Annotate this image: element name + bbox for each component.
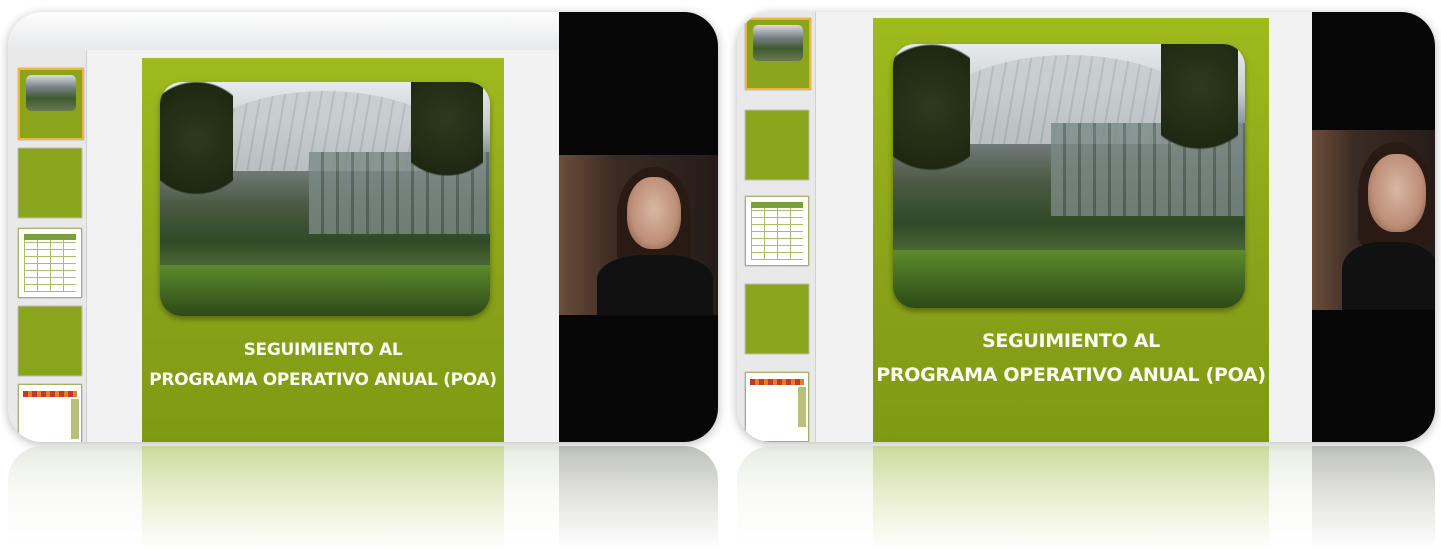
slide-title-line2: PROGRAMA OPERATIVO ANUAL (POA) <box>876 364 1266 386</box>
mirror-reflection-left <box>8 446 718 550</box>
photo-tree <box>893 44 971 203</box>
thumbnail-chart-bars <box>750 379 804 385</box>
photo-tree <box>410 82 484 204</box>
participant-video[interactable] <box>559 155 718 315</box>
screenshot-right: SEGUIMIENTO AL PROGRAMA OPERATIVO ANUAL … <box>737 12 1435 442</box>
thumbnail-photo <box>26 75 76 111</box>
reflection-slide <box>873 446 1269 550</box>
participant-video[interactable] <box>1312 130 1435 310</box>
slide-thumbnail-5[interactable] <box>18 384 82 442</box>
slide-thumbnail-3[interactable] <box>18 228 82 298</box>
mirror-reflection-right <box>737 446 1435 550</box>
campus-photo <box>893 44 1245 308</box>
participant-shirt <box>597 255 713 315</box>
thumbnail-chart-column <box>71 399 79 439</box>
slide-canvas[interactable]: SEGUIMIENTO AL PROGRAMA OPERATIVO ANUAL … <box>873 18 1269 442</box>
participant-shirt <box>1342 242 1435 310</box>
video-call-panel <box>559 12 718 442</box>
reflection-slide <box>142 446 504 550</box>
thumbnail-table <box>751 202 803 260</box>
slide-thumbnail-4[interactable] <box>18 306 82 376</box>
slide-thumbnail-3[interactable] <box>745 196 809 266</box>
slide-thumbnail-5[interactable] <box>745 372 809 442</box>
thumbnail-chart-bars <box>23 391 77 397</box>
slide-thumbnail-1[interactable] <box>745 18 811 90</box>
photo-lawn <box>893 249 1245 308</box>
slide-title-line1: SEGUIMIENTO AL <box>982 330 1160 352</box>
thumbnail-photo <box>753 25 803 61</box>
screenshot-left: SEGUIMIENTO AL PROGRAMA OPERATIVO ANUAL … <box>8 12 718 442</box>
reflection-video <box>559 446 718 550</box>
thumbnail-table <box>24 234 76 292</box>
photo-lawn <box>160 264 490 316</box>
slide-thumbnail-pane[interactable] <box>737 12 816 442</box>
photo-tree <box>160 82 233 223</box>
slide-title-line2: PROGRAMA OPERATIVO ANUAL (POA) <box>149 370 497 390</box>
slide-thumbnail-1[interactable] <box>18 68 84 140</box>
slide-thumbnail-4[interactable] <box>745 284 809 354</box>
reflection-video <box>1312 446 1435 550</box>
participant-face <box>627 177 681 249</box>
participant-face <box>1368 154 1426 232</box>
slide-canvas[interactable]: SEGUIMIENTO AL PROGRAMA OPERATIVO ANUAL … <box>142 58 504 442</box>
slide-thumbnail-2[interactable] <box>745 110 809 180</box>
campus-photo <box>160 82 490 316</box>
slide-title-line1: SEGUIMIENTO AL <box>243 340 403 360</box>
photo-tree <box>1160 44 1238 182</box>
video-call-panel <box>1312 12 1435 442</box>
slide-editing-area[interactable]: SEGUIMIENTO AL PROGRAMA OPERATIVO ANUAL … <box>87 50 559 442</box>
thumbnail-chart-column <box>798 387 806 427</box>
slide-editing-area[interactable]: SEGUIMIENTO AL PROGRAMA OPERATIVO ANUAL … <box>816 12 1312 442</box>
slide-thumbnail-2[interactable] <box>18 148 82 218</box>
slide-thumbnail-pane[interactable] <box>8 50 87 442</box>
